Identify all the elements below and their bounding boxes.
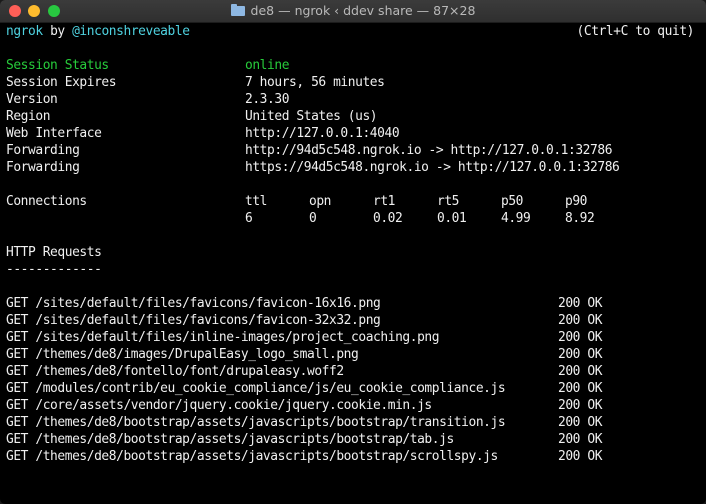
window-title-text: de8 — ngrok ‹ ddev share — 87×28 <box>250 3 476 18</box>
request-row: GET /themes/de8/images/DrupalEasy_logo_s… <box>6 346 706 363</box>
forwarding-label: Forwarding <box>6 160 80 175</box>
request-line: GET /themes/de8/bootstrap/assets/javascr… <box>6 449 498 464</box>
quit-hint: (Ctrl+C to quit) <box>576 24 695 39</box>
conn-value-ttl: 6 <box>245 211 253 226</box>
status-value: online <box>245 58 290 73</box>
conn-header-p90: p90 <box>565 194 588 209</box>
request-line: GET /themes/de8/bootstrap/assets/javascr… <box>6 415 506 430</box>
author-name: @inconshreveable <box>72 24 190 39</box>
request-line: GET /sites/default/files/favicons/favico… <box>6 296 381 311</box>
request-line: GET /sites/default/files/favicons/favico… <box>6 313 381 328</box>
conn-value-rt5: 0.01 <box>437 211 467 226</box>
request-status: 200 OK <box>558 432 603 447</box>
connections-value-row: 6 0 0.02 0.01 4.99 8.92 <box>6 210 706 227</box>
request-row: GET /themes/de8/bootstrap/assets/javascr… <box>6 431 706 448</box>
conn-header-ttl: ttl <box>245 194 268 209</box>
request-status: 200 OK <box>558 330 603 345</box>
request-row: GET /sites/default/files/favicons/favico… <box>6 312 706 329</box>
by-text: by <box>50 24 65 39</box>
forwarding-http[interactable]: http://94d5c548.ngrok.io -> http://127.0… <box>245 142 612 159</box>
header-line: ngrok by @inconshreveable (Ctrl+C to quit… <box>6 23 700 40</box>
request-status: 200 OK <box>558 364 603 379</box>
http-requests-underline: ------------- <box>6 262 102 277</box>
request-status: 200 OK <box>558 313 603 328</box>
app-name: ngrok <box>6 24 43 39</box>
conn-value-opn: 0 <box>309 211 317 226</box>
terminal-content[interactable]: ngrok by @inconshreveable (Ctrl+C to quit… <box>6 23 706 504</box>
request-row: GET /core/assets/vendor/jquery.cookie/jq… <box>6 397 706 414</box>
conn-value-rt1: 0.02 <box>373 211 403 226</box>
request-status: 200 OK <box>558 398 603 413</box>
request-row: GET /modules/contrib/eu_cookie_complianc… <box>6 380 706 397</box>
conn-header-opn: opn <box>309 194 332 209</box>
window-title: de8 — ngrok ‹ ddev share — 87×28 <box>0 0 706 22</box>
expires-value: 7 hours, 56 minutes <box>245 75 385 90</box>
request-row: GET /sites/default/files/inline-images/p… <box>6 329 706 346</box>
web-interface-label: Web Interface <box>6 126 102 141</box>
version-value: 2.3.30 <box>245 92 290 107</box>
region-label: Region <box>6 109 51 124</box>
forwarding-https[interactable]: https://94d5c548.ngrok.io -> http://127.… <box>245 159 620 176</box>
request-row: GET /sites/default/files/favicons/favico… <box>6 295 706 312</box>
expires-label: Session Expires <box>6 75 117 90</box>
connections-header-row: ttl opn rt1 rt5 p50 p90 <box>6 193 706 210</box>
status-label: Session Status <box>6 58 109 73</box>
request-row: GET /themes/de8/bootstrap/assets/javascr… <box>6 448 706 465</box>
request-line: GET /modules/contrib/eu_cookie_complianc… <box>6 381 506 396</box>
request-row: GET /themes/de8/fontello/font/drupaleasy… <box>6 363 706 380</box>
request-line: GET /core/assets/vendor/jquery.cookie/jq… <box>6 398 432 413</box>
folder-icon <box>230 4 245 16</box>
title-bar[interactable]: de8 — ngrok ‹ ddev share — 87×28 <box>0 0 706 23</box>
conn-header-rt5: rt5 <box>437 194 460 209</box>
request-status: 200 OK <box>558 381 603 396</box>
request-row: GET /themes/de8/bootstrap/assets/javascr… <box>6 414 706 431</box>
http-requests-title: HTTP Requests <box>6 245 102 260</box>
version-label: Version <box>6 92 58 107</box>
request-line: GET /sites/default/files/inline-images/p… <box>6 330 440 345</box>
conn-value-p50: 4.99 <box>501 211 531 226</box>
request-line: GET /themes/de8/fontello/font/drupaleasy… <box>6 364 344 379</box>
forwarding-label: Forwarding <box>6 143 80 158</box>
conn-value-p90: 8.92 <box>565 211 595 226</box>
region-value: United States (us) <box>245 109 378 124</box>
request-status: 200 OK <box>558 415 603 430</box>
conn-header-p50: p50 <box>501 194 524 209</box>
request-status: 200 OK <box>558 296 603 311</box>
request-line: GET /themes/de8/bootstrap/assets/javascr… <box>6 432 454 447</box>
request-status: 200 OK <box>558 347 603 362</box>
conn-header-rt1: rt1 <box>373 194 396 209</box>
request-line: GET /themes/de8/images/DrupalEasy_logo_s… <box>6 347 359 362</box>
web-interface-url[interactable]: http://127.0.0.1:4040 <box>245 125 400 142</box>
terminal-window: de8 — ngrok ‹ ddev share — 87×28 ngrok b… <box>0 0 706 504</box>
request-status: 200 OK <box>558 449 603 464</box>
